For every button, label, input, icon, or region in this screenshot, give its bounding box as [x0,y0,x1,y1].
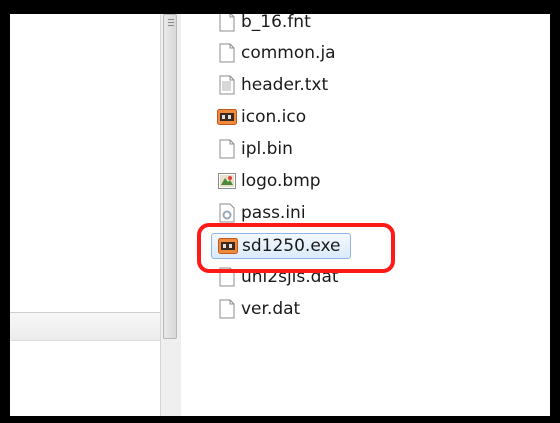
annotation-highlight-box [197,223,395,273]
file-name: logo.bmp [241,171,321,191]
file-list: b_16.fnt common.ja header.txt icon.ico i [181,14,550,416]
grip-line [168,19,174,20]
file-icon [217,298,237,320]
file-name: ver.dat [241,299,301,319]
navigation-pane-footer [10,312,160,341]
navigation-pane [10,14,160,416]
settings-file-icon [217,202,237,224]
scrollbar-thumb[interactable] [163,14,177,339]
grip-line [168,22,174,23]
file-name: icon.ico [241,107,307,127]
explorer-window: b_16.fnt common.ja header.txt icon.ico i [10,14,550,416]
file-icon [217,42,237,64]
file-name: ipl.bin [241,139,293,159]
file-name: common.ja [241,43,336,63]
file-item[interactable]: ver.dat [217,296,300,322]
file-item[interactable]: ipl.bin [217,136,293,162]
file-name: header.txt [241,75,329,95]
grip-line [168,25,174,26]
file-icon [217,14,237,33]
file-name: pass.ini [241,203,306,223]
file-item[interactable]: common.ja [217,40,336,66]
bitmap-icon [217,170,237,192]
text-file-icon [217,74,237,96]
app-icon [217,106,237,128]
file-icon [217,138,237,160]
file-item[interactable]: b_16.fnt [217,14,311,35]
file-name: b_16.fnt [241,14,311,32]
file-item[interactable]: logo.bmp [217,168,321,194]
file-item[interactable]: icon.ico [217,104,306,130]
file-item[interactable]: header.txt [217,72,328,98]
